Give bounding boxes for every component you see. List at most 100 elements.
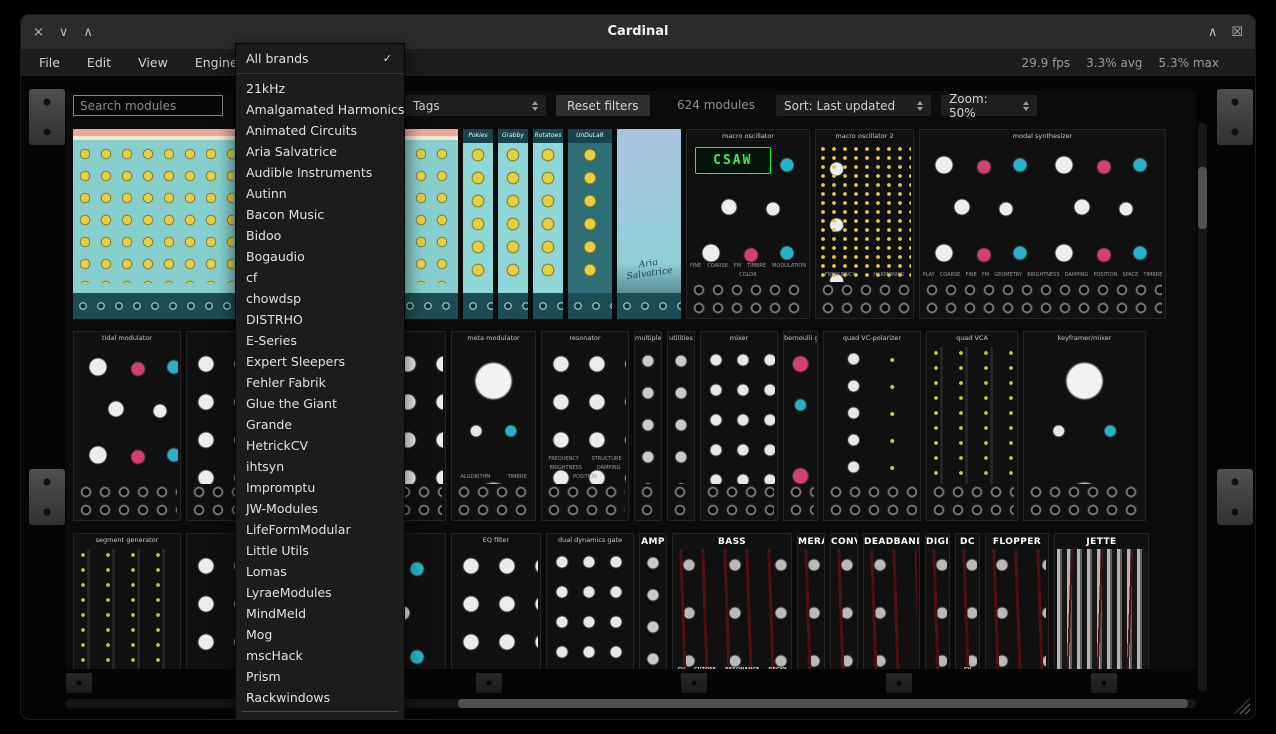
module-panel[interactable]: mixer (700, 331, 778, 521)
brand-menu-item[interactable]: LifeFormModular (236, 519, 404, 540)
module-panel[interactable]: multiples (634, 331, 662, 521)
module-panel[interactable]: tidal modulator (73, 331, 181, 521)
module-panel[interactable]: dual dynamics gate (546, 533, 634, 669)
brand-menu-item[interactable]: Expert Sleepers (236, 351, 404, 372)
module-panel[interactable]: DCCVANALOG (955, 533, 980, 669)
module-panel[interactable]: quad VCA (926, 331, 1018, 521)
brand-menu-item-label: Bidoo (246, 228, 281, 243)
brand-menu-item[interactable]: Bidoo (236, 225, 404, 246)
brand-menu-item[interactable]: Bacon Music (236, 204, 404, 225)
sort-select[interactable]: Sort: Last updated (776, 95, 931, 116)
module-panel[interactable]: modal synthesizerPLAYCOARSEFINEFMGEOMETR… (919, 129, 1166, 319)
brand-menu-item[interactable]: Fehler Fabrik (236, 372, 404, 393)
module-panel[interactable] (73, 129, 236, 319)
brand-menu-item[interactable]: cf (236, 267, 404, 288)
brand-menu-item[interactable]: Prism (236, 666, 404, 687)
module-label: FM (982, 272, 989, 278)
module-panel[interactable]: bernoulli gate (783, 331, 818, 521)
tags-filter-select[interactable]: Tags (405, 95, 546, 116)
brand-menu-item[interactable]: Bogaudio (236, 246, 404, 267)
collapse-icon[interactable]: ∧ (1208, 26, 1218, 39)
brand-menu-item[interactable]: HetrickCV (236, 435, 404, 456)
brand-menu-item[interactable]: Glue the Giant (236, 393, 404, 414)
brand-menu-item[interactable]: Rackwindows (236, 687, 404, 708)
vertical-scrollbar-thumb[interactable] (1198, 167, 1207, 229)
menu-scroll-down-indicator[interactable] (242, 711, 398, 715)
vertical-scrollbar[interactable] (1198, 123, 1207, 691)
module-panel[interactable]: DIGICV (925, 533, 950, 669)
module-panel[interactable]: macro oscillator 2FREQUENCYHARMONICS (815, 129, 914, 319)
module-panel[interactable]: macro oscillatorCSAWFINECOARSEFMTIMBREMO… (686, 129, 810, 319)
reset-filters-button[interactable]: Reset filters (556, 95, 650, 116)
rack-rail-cap (29, 469, 65, 525)
module-label: MODULATION (772, 263, 806, 269)
module-labels: CVCUTOFFRESONANCEDECAYENVMODACCENT (675, 667, 789, 669)
module-panel[interactable]: AMPCVIN (639, 533, 667, 669)
module-signature: Aria Salvatrice (617, 255, 681, 284)
brand-menu-item[interactable]: All brands✓ (236, 48, 404, 69)
brand-menu-item[interactable]: ihtsyn (236, 456, 404, 477)
module-panel[interactable]: resonatorFREQUENCYSTRUCTUREBRIGHTNESSDAM… (541, 331, 629, 521)
brand-menu-item[interactable]: Animated Circuits (236, 120, 404, 141)
close-box-icon[interactable]: ☒ (1231, 26, 1243, 39)
brand-menu-item[interactable]: Grande (236, 414, 404, 435)
brand-menu-item[interactable]: Aria Salvatrice (236, 141, 404, 162)
module-panel[interactable]: quad VC-polarizer (823, 331, 921, 521)
module-label: ALGORITHM (461, 474, 491, 480)
brand-menu-item[interactable]: Lomas (236, 561, 404, 582)
module-panel[interactable]: CONV (830, 533, 858, 669)
brand-menu-item[interactable]: JW-Modules (236, 498, 404, 519)
cardinal-window: × ∨ ∧ Cardinal ∧ ☒ File Edit View Engine… (20, 14, 1256, 720)
module-panel[interactable]: MERA (797, 533, 825, 669)
brand-menu-item[interactable]: LyraeModules (236, 582, 404, 603)
module-panel[interactable]: BASSCVCUTOFFRESONANCEDECAYENVMODACCENT (672, 533, 792, 669)
module-panel[interactable]: FLOPPERCV (985, 533, 1049, 669)
search-input[interactable] (73, 95, 223, 116)
brand-menu-item[interactable]: E-Series (236, 330, 404, 351)
module-panel[interactable]: Grabby (498, 129, 528, 319)
module-panel[interactable]: EQ filterFREQGAIN (451, 533, 541, 669)
module-title: dual dynamics gate (547, 534, 633, 546)
brand-menu-item[interactable]: Little Utils (236, 540, 404, 561)
brand-menu-item[interactable]: DISTRHO (236, 309, 404, 330)
brand-menu-item[interactable]: Audible Instruments (236, 162, 404, 183)
stepper-icon (917, 101, 923, 111)
brand-menu-item[interactable]: 21kHz (236, 78, 404, 99)
brand-menu-item[interactable]: MindMeld (236, 603, 404, 624)
brand-menu-item-label: chowdsp (246, 291, 301, 306)
module-labels: FREQUENCYSTRUCTUREBRIGHTNESSDAMPINGPOSIT… (544, 456, 626, 480)
brand-menu-item[interactable]: chowdsp (236, 288, 404, 309)
menu-engine[interactable]: Engine (195, 55, 238, 70)
module-labels: PLAYCOARSEFINEFMGEOMETRYBRIGHTNESSDAMPIN… (922, 272, 1163, 278)
brand-menu-item[interactable]: Amalgamated Harmonics (236, 99, 404, 120)
module-panel[interactable]: segment generatorGATE (73, 533, 181, 669)
module-title: Pokies (463, 129, 493, 143)
horizontal-scrollbar-thumb[interactable] (458, 699, 1188, 708)
zoom-select[interactable]: Zoom: 50% (941, 95, 1037, 116)
menu-edit[interactable]: Edit (87, 55, 111, 70)
module-panel[interactable]: JETTE (1054, 533, 1149, 669)
module-title: JETTE (1055, 534, 1148, 550)
menu-file[interactable]: File (39, 55, 60, 70)
brand-menu-item[interactable]: Autinn (236, 183, 404, 204)
brand-menu-item[interactable]: mscHack (236, 645, 404, 666)
module-panel[interactable]: Aria Salvatrice (617, 129, 681, 319)
brand-menu-item[interactable]: Impromptu (236, 477, 404, 498)
module-panel[interactable]: DEADBANDWIDTHGAP (863, 533, 920, 669)
module-panel[interactable]: meta modulatorALGORITHMTIMBRE (451, 331, 536, 521)
module-panel[interactable]: Pokies (463, 129, 493, 319)
rack-rail-cap (29, 89, 65, 145)
module-panel[interactable]: utilities (667, 331, 695, 521)
module-label: PLAY (923, 272, 935, 278)
brand-menu-item[interactable]: Mog (236, 624, 404, 645)
rack-rail-cap (66, 673, 92, 693)
module-title (617, 129, 681, 141)
brand-menu-item-label: DISTRHO (246, 312, 303, 327)
brand-menu-item-label: Rackwindows (246, 690, 330, 705)
module-label: HARMONICS (873, 272, 904, 278)
module-panel[interactable]: keyframer/mixer (1023, 331, 1146, 521)
module-panel[interactable]: Rotatoes (533, 129, 563, 319)
menu-view[interactable]: View (138, 55, 168, 70)
fps-stat: 29.9 fps (1022, 56, 1071, 70)
module-panel[interactable]: UnDuLaR (568, 129, 612, 319)
